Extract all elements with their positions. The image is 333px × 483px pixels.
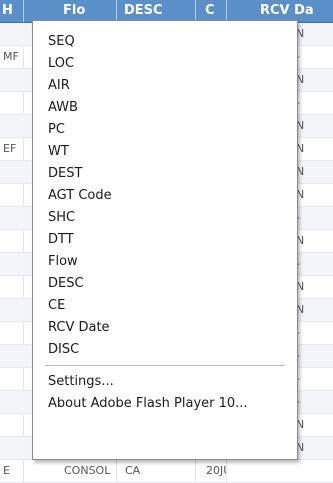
table-cell (3, 23, 23, 45)
table-cell (3, 69, 23, 91)
menu-item-wt[interactable]: WT (33, 141, 297, 163)
table-cell (3, 115, 23, 137)
table-cell (3, 345, 23, 367)
table-cell: N (296, 303, 305, 316)
table-cell: E (3, 464, 10, 477)
table-cell (296, 460, 333, 482)
table-cell (3, 230, 23, 252)
table-cell: N (296, 418, 305, 431)
table-cell: N (296, 280, 305, 293)
table-cell: 20JUN (206, 464, 226, 477)
menu-item-loc[interactable]: LOC (33, 53, 297, 75)
menu-item-agt-code[interactable]: AGT Code (33, 185, 297, 207)
menu-item-flow[interactable]: Flow (33, 251, 297, 273)
table-cell (3, 299, 23, 321)
table-cell: EF (3, 142, 17, 155)
context-menu: SEQ LOC AIR AWB PC WT DEST AGT Code SHC … (32, 20, 298, 460)
table-cell (3, 184, 23, 206)
menu-item-settings[interactable]: Settings... (33, 371, 297, 393)
menu-item-dest[interactable]: DEST (33, 163, 297, 185)
header-desc[interactable]: DESC (124, 0, 184, 22)
table-cell (3, 161, 23, 183)
table-cell (3, 322, 23, 344)
table-cell: - (296, 46, 333, 68)
table-cell (3, 253, 23, 275)
header-divider (226, 0, 227, 22)
menu-item-about-flash[interactable]: About Adobe Flash Player 10... (33, 393, 297, 415)
menu-item-desc[interactable]: DESC (33, 273, 297, 295)
menu-item-rcv-date[interactable]: RCV Date (33, 317, 297, 339)
table-cell (3, 92, 23, 114)
header-flow[interactable]: Flo (63, 0, 111, 22)
menu-item-pc[interactable]: PC (33, 119, 297, 141)
table-cell: CA (125, 464, 141, 477)
table-cell: N (296, 165, 305, 178)
menu-item-disc[interactable]: DISC (33, 339, 297, 361)
header-c[interactable]: C (205, 0, 223, 22)
table-cell: N (296, 73, 305, 86)
table-cell: N (296, 27, 305, 40)
header-rcv-date[interactable]: RCV Da (260, 0, 333, 22)
header-divider (116, 0, 117, 22)
table-row[interactable]: E CONSOL CA 20JUN (0, 460, 333, 483)
menu-item-seq[interactable]: SEQ (33, 31, 297, 53)
menu-item-awb[interactable]: AWB (33, 97, 297, 119)
table-cell: MF (3, 50, 19, 63)
table-cell: N (296, 188, 305, 201)
menu-item-air[interactable]: AIR (33, 75, 297, 97)
header-divider (195, 0, 196, 22)
header-divider (23, 0, 24, 22)
table-cell (3, 207, 23, 229)
table-cell: N (296, 142, 305, 155)
table-cell (3, 437, 23, 459)
table-cell: - (296, 322, 333, 344)
table-cell (3, 414, 23, 436)
table-cell: - (296, 345, 333, 367)
menu-item-shc[interactable]: SHC (33, 207, 297, 229)
header-h[interactable]: H (2, 0, 22, 22)
table-cell: - (296, 391, 333, 413)
table-cell (3, 276, 23, 298)
table-cell (3, 368, 23, 390)
table-cell (3, 391, 23, 413)
table-cell: N (296, 119, 305, 132)
table-cell: - (296, 253, 333, 275)
table-cell: N (296, 441, 305, 454)
table-cell: - (296, 368, 333, 390)
table-cell: - (296, 92, 333, 114)
menu-item-dtt[interactable]: DTT (33, 229, 297, 251)
table-cell: N (296, 234, 305, 247)
menu-item-ce[interactable]: CE (33, 295, 297, 317)
menu-separator (45, 365, 285, 366)
table-cell: CONSOL (64, 464, 111, 477)
table-cell: - (296, 207, 333, 229)
